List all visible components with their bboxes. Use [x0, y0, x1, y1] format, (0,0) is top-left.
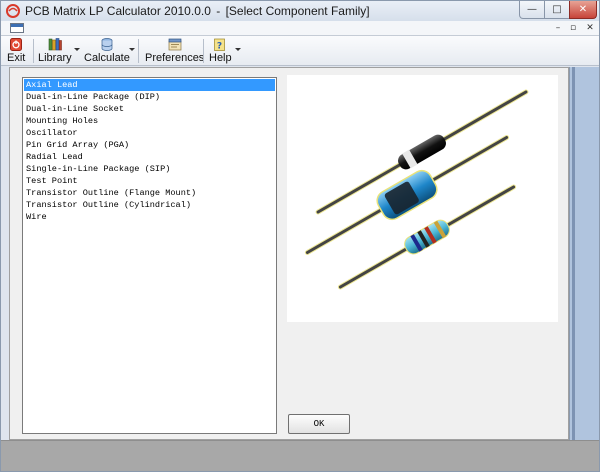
- mdi-restore-button[interactable]: ▫: [567, 23, 579, 34]
- dialog-title: [Select Component Family]: [225, 4, 370, 18]
- list-item[interactable]: Dual-in-Line Socket: [24, 103, 275, 115]
- window-maximize-button[interactable]: □: [544, 1, 570, 19]
- library-dropdown-arrow-icon[interactable]: [74, 48, 80, 51]
- toolbar-preferences-label: Preferences: [145, 52, 205, 64]
- app-window: PCB Matrix LP Calculator 2010.0.0 - [Sel…: [0, 0, 600, 472]
- toolbar-separator: [203, 39, 204, 63]
- mdi-scroll-strip: [569, 67, 599, 440]
- scroll-track: [572, 67, 575, 440]
- toolbar-exit-label: Exit: [7, 52, 26, 64]
- list-item[interactable]: Single-in-Line Package (SIP): [24, 163, 275, 175]
- main-toolbar: Exit Library Calculate Preferences ? Hel…: [1, 36, 599, 66]
- toolbar-calculate-button[interactable]: Calculate: [84, 38, 130, 65]
- mdi-close-button[interactable]: ✕: [584, 23, 596, 34]
- list-item[interactable]: Oscillator: [24, 127, 275, 139]
- toolbar-exit-button[interactable]: Exit: [7, 38, 25, 65]
- status-area: [1, 440, 599, 471]
- component-preview-panel: [287, 75, 558, 322]
- select-component-family-panel: Axial Lead Dual-in-Line Package (DIP) Dual…: [9, 67, 569, 440]
- app-title: PCB Matrix LP Calculator 2010.0.0: [25, 4, 211, 18]
- list-item[interactable]: Dual-in-Line Package (DIP): [24, 91, 275, 103]
- toolbar-library-label: Library: [38, 52, 72, 64]
- toolbar-help-label: Help: [209, 52, 232, 64]
- mdi-child-bar: – ▫ ✕: [1, 21, 599, 36]
- toolbar-help-button[interactable]: ? Help: [209, 38, 232, 65]
- component-family-listbox[interactable]: Axial Lead Dual-in-Line Package (DIP) Dual…: [22, 77, 277, 434]
- books-icon: [48, 38, 62, 51]
- list-item[interactable]: Pin Grid Array (PGA): [24, 139, 275, 151]
- help-icon: ?: [214, 38, 226, 52]
- list-item[interactable]: Transistor Outline (Cylindrical): [24, 199, 275, 211]
- mdi-minimize-button[interactable]: –: [552, 23, 564, 34]
- list-item[interactable]: Mounting Holes: [24, 115, 275, 127]
- calculate-dropdown-arrow-icon[interactable]: [129, 48, 135, 51]
- list-item[interactable]: Axial Lead: [24, 79, 275, 91]
- help-dropdown-arrow-icon[interactable]: [235, 48, 241, 51]
- svg-text:?: ?: [217, 42, 222, 52]
- app-logo-icon: [6, 4, 20, 18]
- ok-button[interactable]: OK: [288, 414, 350, 434]
- toolbar-preferences-button[interactable]: Preferences: [145, 38, 204, 65]
- toolbar-separator: [33, 39, 34, 63]
- toolbar-library-button[interactable]: Library: [38, 38, 72, 65]
- axial-lead-components-illustration: [304, 89, 529, 290]
- toolbar-separator: [138, 39, 139, 63]
- mdi-document-icon[interactable]: [10, 23, 24, 33]
- list-item[interactable]: Radial Lead: [24, 151, 275, 163]
- list-item[interactable]: Transistor Outline (Flange Mount): [24, 187, 275, 199]
- list-item[interactable]: Wire: [24, 211, 275, 223]
- title-bar[interactable]: PCB Matrix LP Calculator 2010.0.0 - [Sel…: [1, 1, 599, 21]
- toolbar-calculate-label: Calculate: [84, 52, 130, 64]
- exit-icon: [10, 38, 23, 51]
- title-separator: -: [216, 4, 221, 18]
- window-close-button[interactable]: ✕: [569, 1, 597, 19]
- database-icon: [101, 38, 113, 51]
- preferences-icon: [168, 38, 182, 51]
- list-item[interactable]: Test Point: [24, 175, 275, 187]
- window-minimize-button[interactable]: —: [519, 1, 545, 19]
- window-title: PCB Matrix LP Calculator 2010.0.0 - [Sel…: [25, 4, 370, 18]
